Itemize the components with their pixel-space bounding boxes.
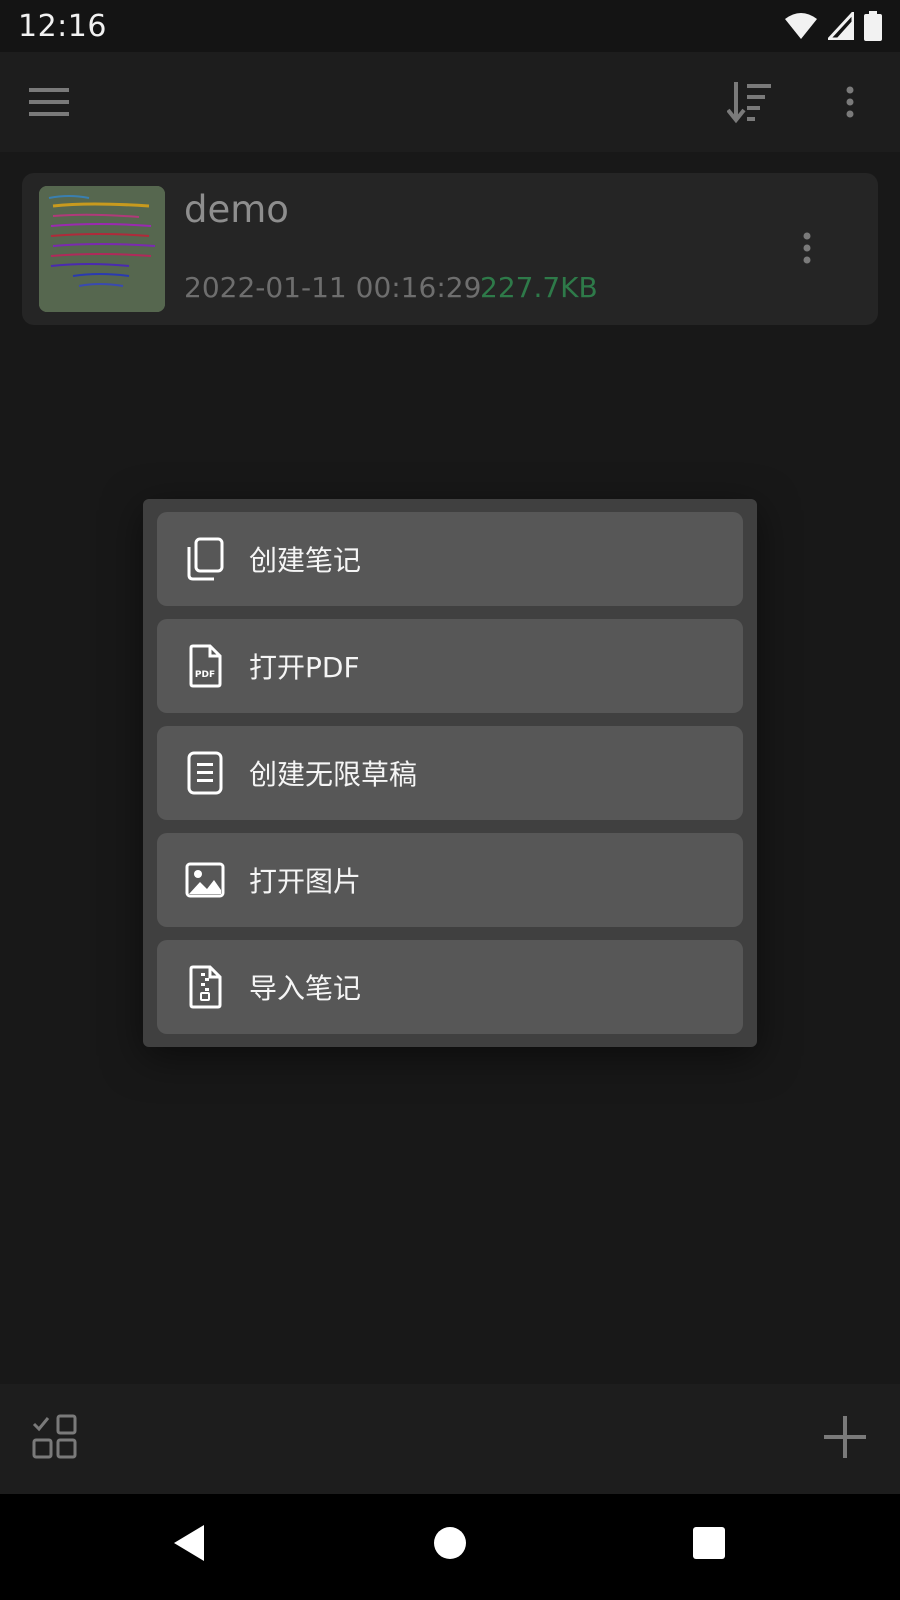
- copy-pages-icon: [185, 536, 225, 582]
- home-button[interactable]: [425, 1518, 475, 1568]
- more-vert-icon: [803, 232, 811, 264]
- menu-item-create-note[interactable]: 创建笔记: [157, 512, 743, 606]
- wifi-icon: [785, 13, 817, 39]
- back-icon: [174, 1525, 204, 1561]
- back-button[interactable]: [164, 1518, 214, 1568]
- status-icons: [784, 11, 882, 41]
- recents-button[interactable]: [684, 1518, 734, 1568]
- sort-icon: [727, 82, 771, 124]
- image-icon: [185, 857, 225, 903]
- menu-item-label: 创建无限草稿: [249, 758, 418, 791]
- menu-item-label: 导入笔记: [249, 972, 362, 1005]
- cell-signal-icon: [828, 12, 854, 40]
- menu-item-label: 打开PDF: [249, 651, 360, 684]
- note-card[interactable]: demo 2022-01-11 00:16:29 227.7KB: [22, 173, 878, 325]
- menu-icon: [29, 88, 69, 116]
- menu-item-label: 创建笔记: [249, 544, 362, 577]
- create-menu-popup: 创建笔记 PDF 打开PDF 创建无限草稿 打开图片 导入笔记: [143, 499, 757, 1047]
- note-size: 227.7KB: [480, 271, 598, 304]
- menu-button[interactable]: [22, 78, 76, 126]
- add-button[interactable]: [818, 1410, 872, 1464]
- document-lines-icon: [185, 750, 225, 796]
- select-mode-button[interactable]: [28, 1410, 82, 1464]
- home-icon: [434, 1527, 466, 1559]
- menu-item-import-note[interactable]: 导入笔记: [157, 940, 743, 1034]
- note-more-button[interactable]: [792, 223, 822, 273]
- svg-text:PDF: PDF: [195, 670, 215, 680]
- add-icon: [824, 1416, 866, 1458]
- note-thumbnail: [39, 186, 165, 312]
- menu-item-label: 打开图片: [249, 865, 362, 898]
- menu-item-open-pdf[interactable]: PDF 打开PDF: [157, 619, 743, 713]
- more-vert-icon: [846, 86, 854, 118]
- system-nav-bar: [0, 1494, 900, 1600]
- pdf-file-icon: PDF: [185, 643, 225, 689]
- menu-item-open-image[interactable]: 打开图片: [157, 833, 743, 927]
- more-options-button[interactable]: [826, 78, 874, 126]
- battery-icon: [864, 11, 882, 41]
- app-bar: [0, 52, 900, 152]
- select-grid-icon: [32, 1414, 77, 1459]
- note-date: 2022-01-11 00:16:29: [184, 271, 482, 304]
- bottom-bar: [0, 1384, 900, 1494]
- status-time: 12:16: [18, 8, 107, 44]
- recents-icon: [693, 1527, 725, 1559]
- zip-file-icon: [185, 964, 225, 1010]
- note-title: demo: [184, 188, 289, 231]
- sort-button[interactable]: [722, 74, 778, 130]
- menu-item-create-infinite-draft[interactable]: 创建无限草稿: [157, 726, 743, 820]
- status-bar: 12:16: [0, 0, 900, 52]
